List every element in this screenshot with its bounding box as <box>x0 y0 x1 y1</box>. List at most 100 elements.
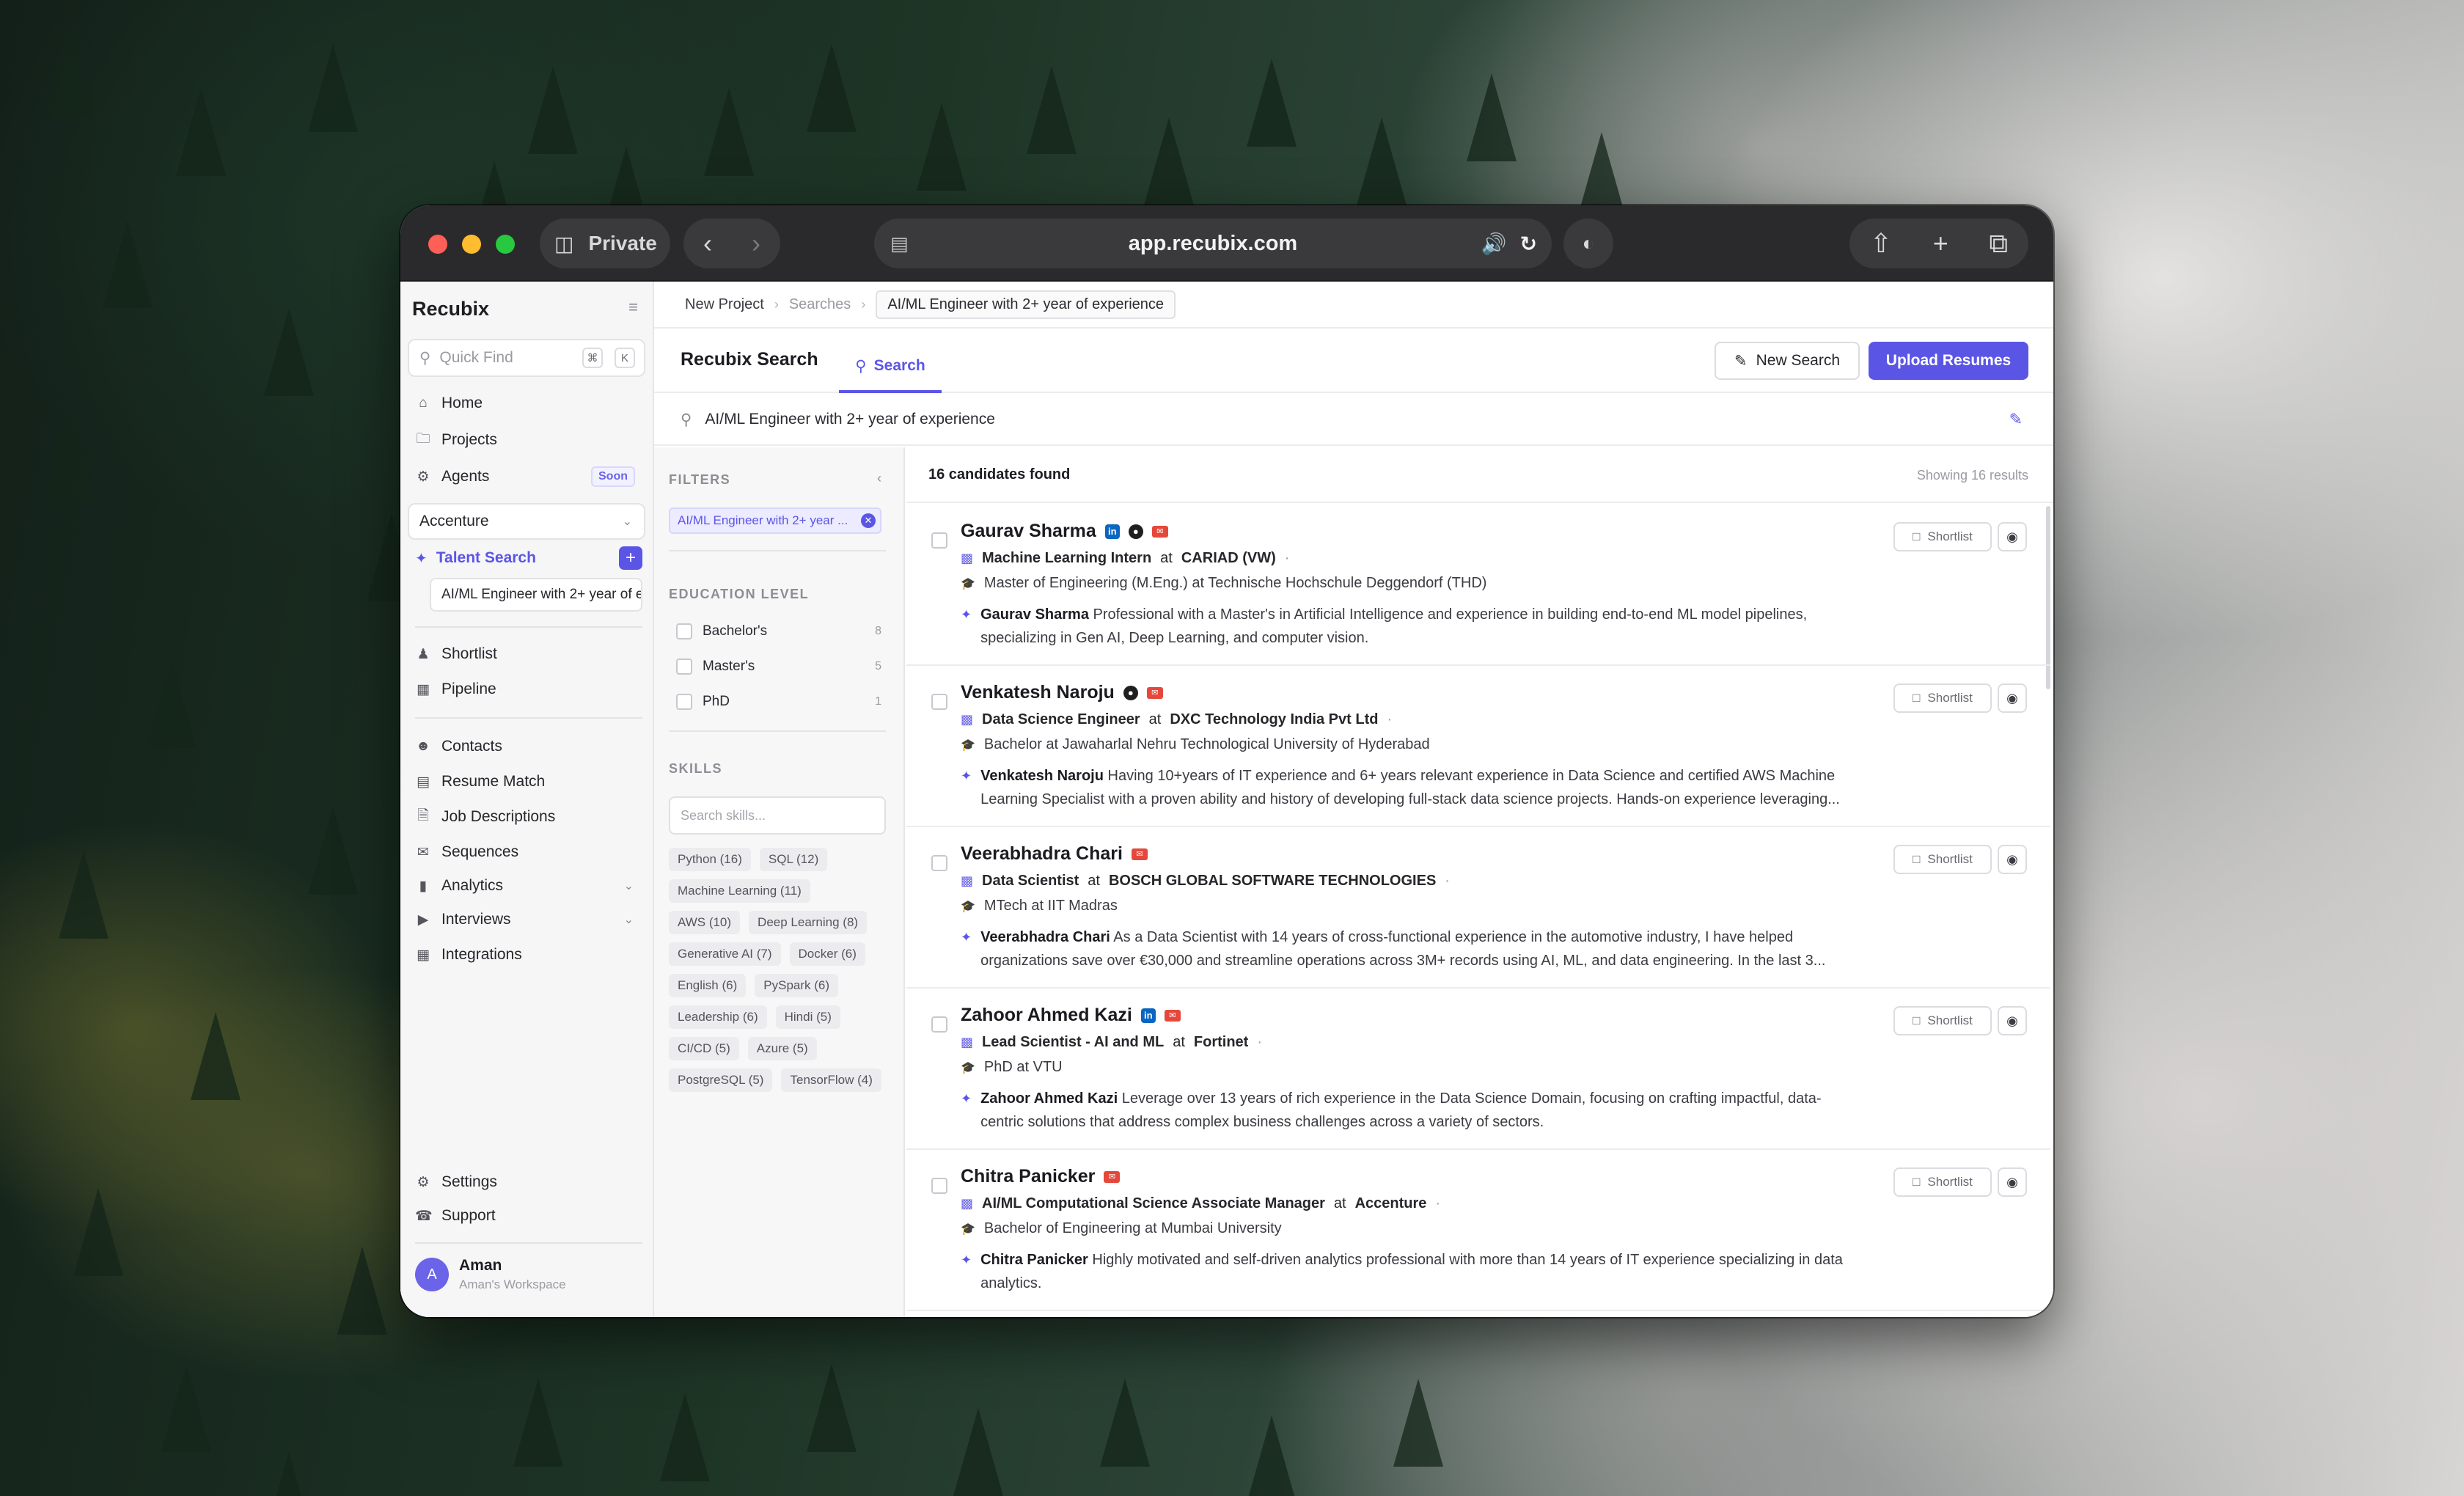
sidebar-item-interviews[interactable]: ▶ Interviews ⌄ <box>415 905 642 934</box>
sidebar-item-projects[interactable]: 🗀 Projects <box>415 425 642 455</box>
skills-search-input[interactable]: Search skills... <box>669 796 886 835</box>
skill-tag[interactable]: Docker (6) <box>789 942 865 966</box>
skill-tag[interactable]: Leadership (6) <box>669 1005 767 1029</box>
email-icon[interactable]: ✉ <box>1151 525 1168 538</box>
candidate-card[interactable]: Gaurav Sharma in ● ✉ ▩ Machine Learning In… <box>906 505 2050 666</box>
view-profile-button[interactable]: ◉ <box>1998 845 2027 874</box>
candidate-checkbox[interactable] <box>931 694 947 710</box>
shortlist-button[interactable]: □ Shortlist <box>1893 522 1992 551</box>
skill-tag[interactable]: AWS (10) <box>669 911 741 934</box>
sidebar-item-shortlist[interactable]: ♟ Shortlist <box>415 639 642 669</box>
breadcrumb-current-search[interactable]: AI/ML Engineer with 2+ year of experienc… <box>876 290 1176 319</box>
forward-icon[interactable]: › <box>752 228 760 259</box>
page-menu-icon[interactable]: ▤ <box>890 232 909 255</box>
private-tab-group-button[interactable]: ◫ Private <box>540 219 670 268</box>
skill-tag[interactable]: Azure (5) <box>747 1037 817 1060</box>
candidate-card[interactable]: Venkatesh Naroju ● ✉ ▩ Data Science Engin… <box>906 666 2050 827</box>
skill-tag[interactable]: Python (16) <box>669 848 751 871</box>
tab-search[interactable]: ⚲ Search <box>839 342 942 393</box>
user-menu[interactable]: A Aman Aman's Workspace <box>415 1257 566 1292</box>
linkedin-icon[interactable]: in <box>1140 1008 1156 1023</box>
sidebar-item-sequences[interactable]: ✉ Sequences <box>415 837 642 867</box>
email-icon[interactable]: ✉ <box>1131 848 1148 860</box>
new-tab-icon[interactable]: + <box>1933 228 1948 259</box>
candidate-checkbox[interactable] <box>931 532 947 549</box>
github-icon[interactable]: ● <box>1128 524 1143 539</box>
skill-tag[interactable]: TensorFlow (4) <box>781 1068 881 1092</box>
reload-icon[interactable]: ↻ <box>1520 232 1537 256</box>
collapse-filters-icon[interactable]: ‹ <box>877 471 881 486</box>
candidate-card[interactable]: Veerabhadra Chari ✉ ▩ Data Scientist at … <box>906 827 2050 989</box>
skill-tag[interactable]: CI/CD (5) <box>669 1037 739 1060</box>
shortlist-button[interactable]: □ Shortlist <box>1893 1006 1992 1035</box>
email-icon[interactable]: ✉ <box>1164 1009 1181 1022</box>
skill-tag[interactable]: Machine Learning (11) <box>669 879 810 903</box>
checkbox[interactable] <box>676 659 692 675</box>
candidate-name[interactable]: Veerabhadra Chari <box>961 843 1123 865</box>
skill-tag[interactable]: SQL (12) <box>759 848 828 871</box>
email-icon[interactable]: ✉ <box>1104 1170 1121 1183</box>
tab-overview-icon[interactable]: ⧉ <box>1989 228 2008 260</box>
candidate-name[interactable]: Gaurav Sharma <box>961 521 1096 542</box>
sidebar-item-agents[interactable]: ⚙ Agents Soon <box>415 462 642 491</box>
sidebar-item-talent-search[interactable]: ✦ Talent Search + <box>415 543 642 573</box>
candidate-name[interactable]: Zahoor Ahmed Kazi <box>961 1005 1132 1026</box>
breadcrumb-new-project[interactable]: New Project <box>685 296 764 313</box>
skill-tag[interactable]: English (6) <box>669 974 747 997</box>
address-bar[interactable]: ▤ app.recubix.com 🔊 ↻ <box>874 219 1552 268</box>
sidebar-item-resume-match[interactable]: ▤ Resume Match <box>415 767 642 796</box>
candidate-checkbox[interactable] <box>931 1178 947 1194</box>
new-search-button[interactable]: ✎ New Search <box>1715 342 1860 380</box>
remove-filter-icon[interactable]: ✕ <box>861 513 876 528</box>
close-window-button[interactable] <box>428 235 447 254</box>
sidebar-item-pipeline[interactable]: ▦ Pipeline <box>415 675 642 704</box>
workspace-select[interactable]: Accenture ⌄ <box>408 503 645 540</box>
candidate-checkbox[interactable] <box>931 1016 947 1033</box>
active-filter-chip[interactable]: AI/ML Engineer with 2+ year ... ✕ <box>669 507 881 534</box>
sidebar-item-settings[interactable]: ⚙ Settings <box>415 1167 642 1197</box>
quick-find-input[interactable]: ⚲ Quick Find ⌘ K <box>408 339 645 377</box>
privacy-shield-button[interactable]: ◐ <box>1563 219 1613 268</box>
saved-search-item[interactable]: AI/ML Engineer with 2+ year of experienc… <box>430 578 642 612</box>
education-option-masters[interactable]: Master's 5 <box>676 656 881 678</box>
skill-tag[interactable]: Generative AI (7) <box>669 942 781 966</box>
collapse-sidebar-icon[interactable]: ≡ <box>628 298 638 317</box>
checkbox[interactable] <box>676 623 692 639</box>
share-icon[interactable]: ⇧ <box>1870 228 1892 259</box>
view-profile-button[interactable]: ◉ <box>1998 1006 2027 1035</box>
candidate-name[interactable]: Chitra Panicker <box>961 1166 1095 1187</box>
candidate-checkbox[interactable] <box>931 855 947 871</box>
skill-tag[interactable]: Hindi (5) <box>775 1005 840 1029</box>
sidebar-item-support[interactable]: ☎ Support <box>415 1201 642 1231</box>
view-profile-button[interactable]: ◉ <box>1998 522 2027 551</box>
shortlist-button[interactable]: □ Shortlist <box>1893 1167 1992 1197</box>
search-query-bar[interactable]: ⚲ AI/ML Engineer with 2+ year of experie… <box>654 395 2053 446</box>
education-option-phd[interactable]: PhD 1 <box>676 691 881 713</box>
shortlist-button[interactable]: □ Shortlist <box>1893 683 1992 713</box>
upload-resumes-button[interactable]: Upload Resumes <box>1869 342 2028 380</box>
checkbox[interactable] <box>676 694 692 710</box>
edit-query-icon[interactable]: ✎ <box>2009 410 2023 429</box>
breadcrumb-searches[interactable]: Searches <box>789 296 851 313</box>
sidebar-item-job-descriptions[interactable]: 🗎 Job Descriptions <box>415 802 642 832</box>
speaker-icon[interactable]: 🔊 <box>1481 232 1507 256</box>
candidate-card[interactable]: Zahoor Ahmed Kazi in ✉ ▩ Lead Scientist -… <box>906 989 2050 1150</box>
back-icon[interactable]: ‹ <box>703 228 712 259</box>
sidebar-item-integrations[interactable]: ▦ Integrations <box>415 940 642 969</box>
skill-tag[interactable]: Deep Learning (8) <box>749 911 868 934</box>
sidebar-item-analytics[interactable]: ▮ Analytics ⌄ <box>415 871 642 901</box>
linkedin-icon[interactable]: in <box>1104 524 1120 539</box>
minimize-window-button[interactable] <box>462 235 481 254</box>
view-profile-button[interactable]: ◉ <box>1998 683 2027 713</box>
sidebar-item-contacts[interactable]: ☻ Contacts <box>415 732 642 761</box>
candidate-name[interactable]: Venkatesh Naroju <box>961 682 1115 703</box>
sidebar-item-home[interactable]: ⌂ Home <box>415 389 642 418</box>
add-search-button[interactable]: + <box>619 546 642 570</box>
skill-tag[interactable]: PostgreSQL (5) <box>669 1068 773 1092</box>
skill-tag[interactable]: PySpark (6) <box>755 974 839 997</box>
education-option-bachelors[interactable]: Bachelor's 8 <box>676 620 881 642</box>
view-profile-button[interactable]: ◉ <box>1998 1167 2027 1197</box>
email-icon[interactable]: ✉ <box>1146 686 1163 699</box>
candidate-card[interactable]: Chitra Panicker ✉ ▩ AI/ML Computational … <box>906 1150 2050 1311</box>
zoom-window-button[interactable] <box>496 235 515 254</box>
